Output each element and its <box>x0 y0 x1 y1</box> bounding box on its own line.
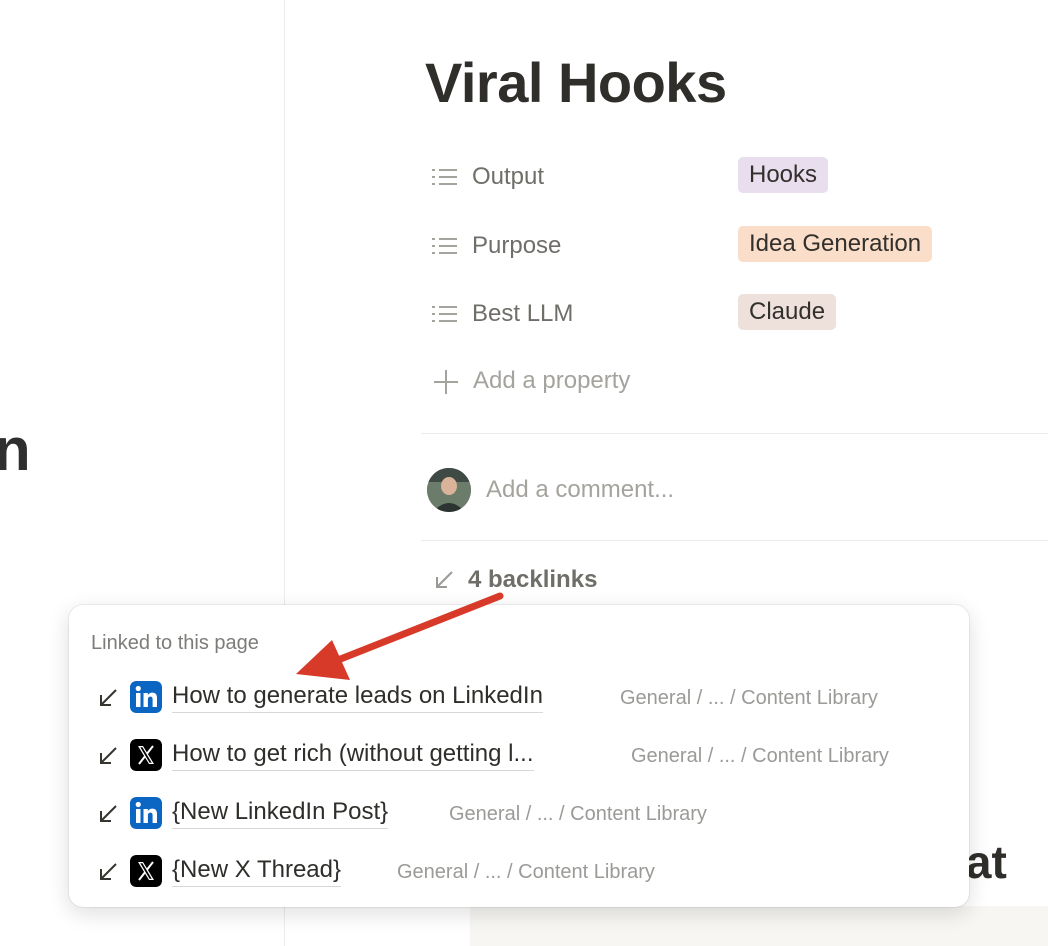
backlink-item[interactable]: How to get rich (without getting l... Ge… <box>93 736 963 776</box>
page-title[interactable]: Viral Hooks <box>425 50 727 116</box>
plus-icon <box>434 370 458 394</box>
backlinks-toggle[interactable]: 4 backlinks <box>433 563 733 599</box>
popover-heading: Linked to this page <box>91 632 259 654</box>
property-tag-claude[interactable]: Claude <box>738 294 837 330</box>
avatar <box>427 468 471 512</box>
backlink-path: General / ... / Content Library <box>620 687 878 709</box>
property-tag-idea-generation[interactable]: Idea Generation <box>738 226 933 262</box>
comment-input[interactable]: Add a comment... <box>427 468 1027 516</box>
comment-placeholder: Add a comment... <box>486 476 675 503</box>
add-property-label: Add a property <box>473 367 631 394</box>
property-label: Purpose <box>472 232 562 259</box>
property-label: Output <box>472 163 545 190</box>
backlink-path: General / ... / Content Library <box>449 803 707 825</box>
backlink-path: General / ... / Content Library <box>631 745 889 767</box>
property-tag-hooks[interactable]: Hooks <box>738 157 829 193</box>
backlink-title[interactable]: {New X Thread} <box>172 856 341 887</box>
backlink-item[interactable]: How to generate leads on LinkedIn Genera… <box>93 678 963 718</box>
backlink-arrow-icon <box>100 747 117 764</box>
backlink-item[interactable]: {New LinkedIn Post} General / ... / Cont… <box>93 794 963 834</box>
x-icon <box>130 855 162 887</box>
divider <box>421 540 1048 541</box>
backlink-title[interactable]: {New LinkedIn Post} <box>172 798 389 829</box>
backlink-title[interactable]: How to generate leads on LinkedIn <box>172 682 543 713</box>
backlink-arrow-icon <box>100 863 117 880</box>
backlink-arrow-icon <box>100 805 117 822</box>
linkedin-icon <box>130 681 162 713</box>
property-label: Best LLM <box>472 300 574 327</box>
background-block <box>470 906 1048 946</box>
linkedin-icon <box>130 797 162 829</box>
add-property-button[interactable]: Add a property <box>432 362 832 402</box>
x-icon <box>130 739 162 771</box>
divider <box>421 433 1048 434</box>
backlink-item[interactable]: {New X Thread} General / ... / Content L… <box>93 852 963 892</box>
list-icon <box>432 306 457 322</box>
backlinks-count: 4 backlinks <box>468 566 598 593</box>
list-icon <box>432 169 457 185</box>
property-row-output[interactable]: Output Hooks <box>432 157 1032 197</box>
backlinks-popover: Linked to this page How to generate lead… <box>69 605 969 907</box>
left-pane-partial-text: n <box>0 416 31 483</box>
backlink-title[interactable]: How to get rich (without getting l... <box>172 740 534 771</box>
backlink-path: General / ... / Content Library <box>397 861 655 883</box>
backlink-arrow-icon <box>436 571 453 588</box>
backlink-arrow-icon <box>100 689 117 706</box>
property-row-best-llm[interactable]: Best LLM Claude <box>432 294 1032 334</box>
list-icon <box>432 238 457 254</box>
property-row-purpose[interactable]: Purpose Idea Generation <box>432 226 1032 266</box>
